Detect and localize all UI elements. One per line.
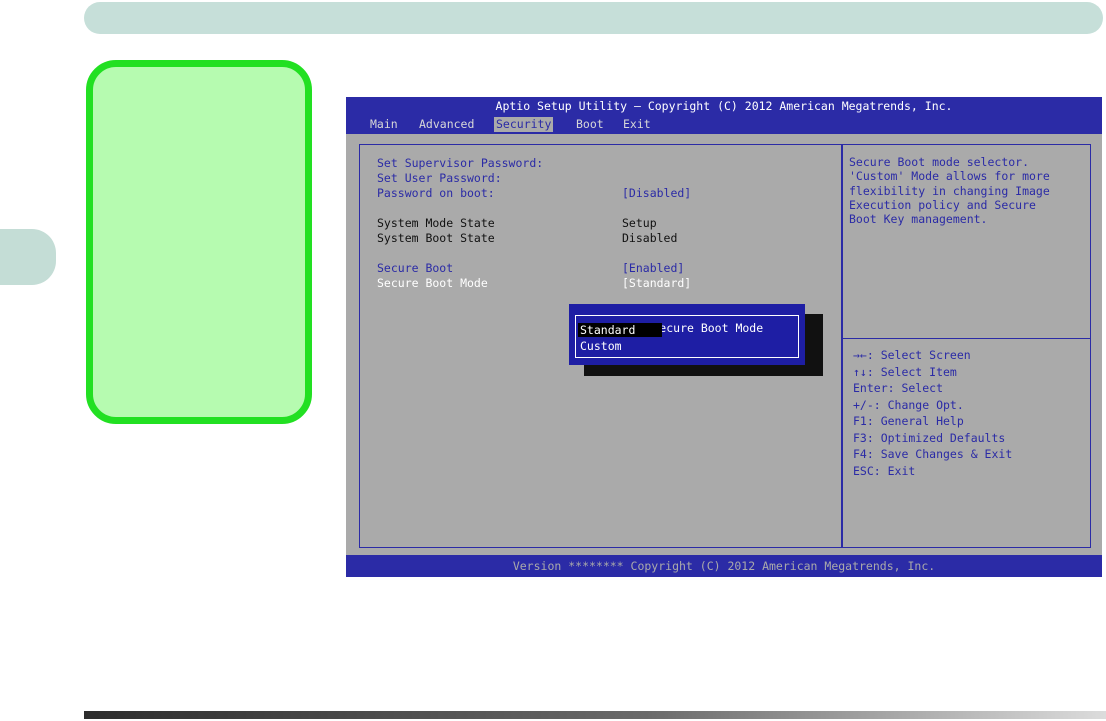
system-mode-state-label: System Mode State bbox=[377, 216, 495, 230]
tab-security[interactable]: Security bbox=[494, 117, 554, 132]
key-select-screen: →←: Select Screen bbox=[853, 348, 971, 362]
help-description: Secure Boot mode selector. 'Custom' Mode… bbox=[849, 155, 1050, 227]
secure-boot-label: Secure Boot bbox=[377, 261, 454, 275]
secure-boot-mode-value: [Standard] bbox=[622, 276, 692, 290]
bios-title: Aptio Setup Utility – Copyright (C) 2012… bbox=[346, 97, 1102, 115]
bios-footer: Version ******** Copyright (C) 2012 Amer… bbox=[346, 555, 1102, 577]
system-boot-state-row: System Boot State Disabled bbox=[377, 231, 677, 246]
key-change-opt: +/-: Change Opt. bbox=[853, 397, 964, 412]
bios-tab-bar: Main Advanced Security Boot Exit bbox=[346, 115, 1102, 134]
manual-header-bar bbox=[84, 2, 1103, 34]
chapter-side-tab bbox=[0, 229, 56, 285]
system-mode-state-row: System Mode State Setup bbox=[377, 216, 657, 231]
key-select-item: ↑↓: Select Item bbox=[853, 364, 957, 379]
supervisor-password-row[interactable]: Set Supervisor Password: bbox=[377, 156, 543, 171]
key-enter-select: Enter: Select bbox=[853, 381, 944, 395]
note-box bbox=[86, 60, 312, 424]
help-divider bbox=[842, 338, 1090, 339]
bios-screen: Aptio Setup Utility – Copyright (C) 2012… bbox=[346, 97, 1102, 577]
secure-boot-value: [Enabled] bbox=[622, 261, 685, 275]
system-mode-state-value: Setup bbox=[622, 216, 657, 230]
popup-option-standard[interactable]: Standard bbox=[578, 323, 662, 337]
help-panel: Secure Boot mode selector. 'Custom' Mode… bbox=[841, 144, 1091, 548]
popup-option-custom[interactable]: Custom bbox=[578, 339, 662, 353]
supervisor-password-label: Set Supervisor Password: bbox=[377, 156, 544, 170]
secure-boot-mode-popup: Secure Boot Mode Standard Custom bbox=[569, 304, 805, 365]
password-on-boot-value: [Disabled] bbox=[622, 186, 692, 200]
key-optimized-defaults: F3: Optimized Defaults bbox=[853, 430, 1006, 445]
tab-exit[interactable]: Exit bbox=[621, 117, 653, 132]
key-save-exit: F4: Save Changes & Exit bbox=[853, 447, 1013, 461]
user-password-row[interactable]: Set User Password: bbox=[377, 171, 502, 186]
password-on-boot-label: Password on boot: bbox=[377, 186, 495, 200]
tab-main[interactable]: Main bbox=[368, 117, 400, 132]
secure-boot-row[interactable]: Secure Boot [Enabled] bbox=[377, 261, 684, 276]
system-boot-state-value: Disabled bbox=[622, 231, 678, 245]
key-legend: →←: Select Screen ↑↓: Select Item Enter:… bbox=[853, 347, 1089, 479]
user-password-label: Set User Password: bbox=[377, 171, 502, 185]
popup-title: Secure Boot Mode bbox=[646, 321, 770, 335]
key-esc-exit: ESC: Exit bbox=[853, 463, 916, 478]
tab-boot[interactable]: Boot bbox=[574, 117, 606, 132]
tab-advanced[interactable]: Advanced bbox=[417, 117, 476, 132]
secure-boot-mode-label: Secure Boot Mode bbox=[377, 276, 488, 290]
footer-rule bbox=[84, 711, 1106, 719]
password-on-boot-row[interactable]: Password on boot: [Disabled] bbox=[377, 186, 691, 201]
key-general-help: F1: General Help bbox=[853, 414, 964, 428]
system-boot-state-label: System Boot State bbox=[377, 231, 495, 245]
secure-boot-mode-row[interactable]: Secure Boot Mode [Standard] bbox=[377, 276, 691, 291]
